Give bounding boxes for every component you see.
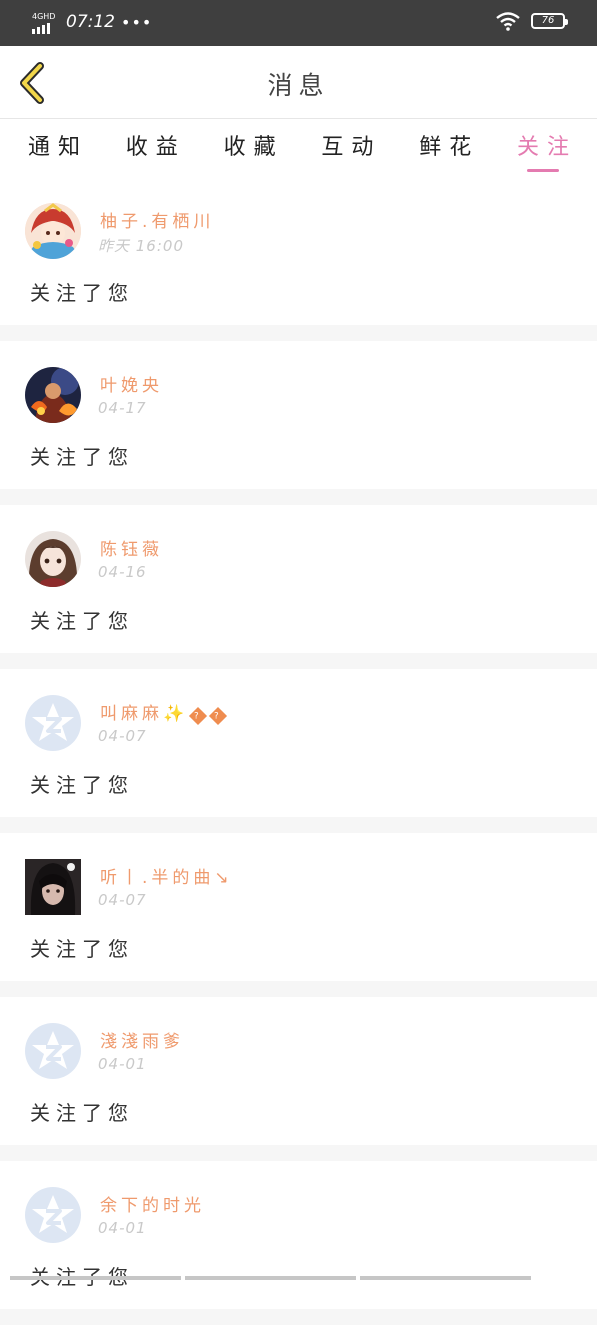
bottom-nav-hint <box>0 1276 597 1280</box>
timestamp: 04-17 <box>98 399 147 417</box>
username[interactable]: 叫麻麻✨?? <box>100 699 228 726</box>
notification-list: 柚子.有栖川 昨天 16:00 关注了您 叶娩央 04-17 关注了您 陈钰薇 … <box>0 177 597 1325</box>
anime-girl-avatar-icon <box>25 531 81 587</box>
notification-message: 关注了您 <box>30 1101 134 1125</box>
more-notifications-icon: ••• <box>121 13 153 32</box>
timestamp: 04-07 <box>98 891 147 909</box>
avatar[interactable] <box>25 531 81 587</box>
list-item[interactable]: 淺淺雨爹 04-01 关注了您 <box>0 997 597 1145</box>
list-item[interactable]: 叶娩央 04-17 关注了您 <box>0 341 597 489</box>
tab-flowers[interactable]: 鲜花 <box>419 119 479 177</box>
app-header: 消息 <box>0 46 597 119</box>
avatar[interactable] <box>25 203 81 259</box>
page-title: 消息 <box>267 71 330 100</box>
notification-message: 关注了您 <box>30 937 134 961</box>
notification-message: 关注了您 <box>30 773 134 797</box>
fire-warrior-avatar-icon <box>25 367 81 423</box>
default-avatar-icon <box>25 1023 81 1079</box>
list-item[interactable]: 柚子.有栖川 昨天 16:00 关注了您 <box>0 177 597 325</box>
unknown-char-icon: ? <box>209 706 228 726</box>
tab-earnings[interactable]: 收益 <box>126 119 186 177</box>
photo-avatar-icon <box>25 859 81 915</box>
username[interactable]: 听丨.半的曲↘ <box>100 863 233 888</box>
anime-girl-avatar-icon <box>25 203 81 259</box>
avatar[interactable] <box>25 695 81 751</box>
tab-favorites[interactable]: 收藏 <box>224 119 284 177</box>
status-bar: 4GHD 07:12 ••• 76 <box>0 0 597 46</box>
battery-icon: 76 <box>531 13 568 29</box>
timestamp: 04-01 <box>98 1219 147 1237</box>
unknown-char-icon: ? <box>189 706 208 726</box>
tab-following[interactable]: 关注 <box>517 119 577 177</box>
default-avatar-icon <box>25 695 81 751</box>
avatar[interactable] <box>25 1187 81 1243</box>
network-type: 4GHD <box>32 12 56 21</box>
wifi-icon <box>496 12 520 31</box>
username[interactable]: 余下的时光 <box>100 1191 205 1216</box>
status-right: 76 <box>495 11 568 31</box>
default-avatar-icon <box>25 1187 81 1243</box>
tab-interactions[interactable]: 互动 <box>321 119 381 177</box>
username[interactable]: 柚子.有栖川 <box>100 207 214 232</box>
avatar[interactable] <box>25 367 81 423</box>
username[interactable]: 淺淺雨爹 <box>100 1027 184 1052</box>
timestamp: 04-07 <box>98 727 147 745</box>
timestamp: 04-01 <box>98 1055 147 1073</box>
list-item[interactable]: 余下的时光 04-01 关注了您 <box>0 1161 597 1309</box>
list-item[interactable]: 叫麻麻✨?? 04-07 关注了您 <box>0 669 597 817</box>
tab-notice[interactable]: 通知 <box>28 119 88 177</box>
battery-level: 76 <box>541 15 555 26</box>
avatar[interactable] <box>25 1023 81 1079</box>
notification-message: 关注了您 <box>30 281 134 305</box>
timestamp: 昨天 16:00 <box>98 237 184 255</box>
notification-message: 关注了您 <box>30 609 134 633</box>
username[interactable]: 叶娩央 <box>100 371 163 396</box>
signal-icon: 4GHD <box>32 12 60 34</box>
username[interactable]: 陈钰薇 <box>100 535 163 560</box>
timestamp: 04-16 <box>98 563 147 581</box>
list-item[interactable]: 陈钰薇 04-16 关注了您 <box>0 505 597 653</box>
status-left: 4GHD 07:12 ••• <box>32 10 152 34</box>
avatar[interactable] <box>25 859 81 915</box>
username-text: 叫麻麻✨ <box>100 704 189 724</box>
notification-message: 关注了您 <box>30 445 134 469</box>
list-item[interactable]: 听丨.半的曲↘ 04-07 关注了您 <box>0 833 597 981</box>
tab-bar: 通知 收益 收藏 互动 鲜花 关注 <box>0 119 597 177</box>
status-time: 07:12 <box>66 12 115 32</box>
